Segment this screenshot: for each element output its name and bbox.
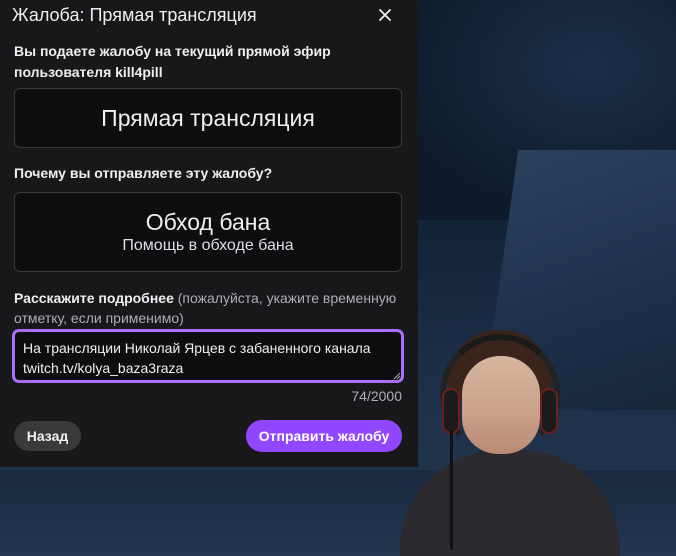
intro-line-2-prefix: пользователя xyxy=(14,64,116,80)
headphone-cable xyxy=(450,430,453,550)
character-counter: 74/2000 xyxy=(351,388,402,404)
streamer-figure xyxy=(400,330,620,556)
close-button[interactable] xyxy=(370,1,400,29)
report-category-selector[interactable]: Прямая трансляция xyxy=(14,88,402,148)
dialog-title: Жалоба: Прямая трансляция xyxy=(12,5,257,25)
report-dialog: Жалоба: Прямая трансляция Вы подаете жал… xyxy=(0,0,418,467)
details-label-strong: Расскажите подробнее xyxy=(14,290,174,306)
resize-grip-icon[interactable] xyxy=(393,372,401,380)
intro-line-2: пользователя kill4pill xyxy=(14,62,404,83)
headphone-left-cup xyxy=(442,388,460,434)
close-icon xyxy=(379,9,391,21)
streamer-shirt xyxy=(400,450,620,556)
report-reason-title: Обход бана xyxy=(145,209,271,235)
report-category-title: Прямая трансляция xyxy=(101,105,315,131)
details-label: Расскажите подробнее (пожалуйста, укажит… xyxy=(14,288,404,328)
reported-username: kill4pill xyxy=(115,64,163,80)
report-target-description: Вы подаете жалобу на текущий прямой эфир… xyxy=(14,41,404,83)
intro-line-1: Вы подаете жалобу на текущий прямой эфир xyxy=(14,43,331,59)
back-button[interactable]: Назад xyxy=(14,421,81,451)
report-reason-selector[interactable]: Обход бана Помощь в обходе бана xyxy=(14,192,402,272)
headphone-right-cup xyxy=(540,388,558,434)
report-reason-subtitle: Помощь в обходе бана xyxy=(122,237,294,254)
reason-question: Почему вы отправляете эту жалобу? xyxy=(14,165,273,181)
details-textarea[interactable] xyxy=(12,329,404,383)
dialog-header: Жалоба: Прямая трансляция xyxy=(0,0,418,30)
submit-report-button[interactable]: Отправить жалобу xyxy=(246,420,402,452)
